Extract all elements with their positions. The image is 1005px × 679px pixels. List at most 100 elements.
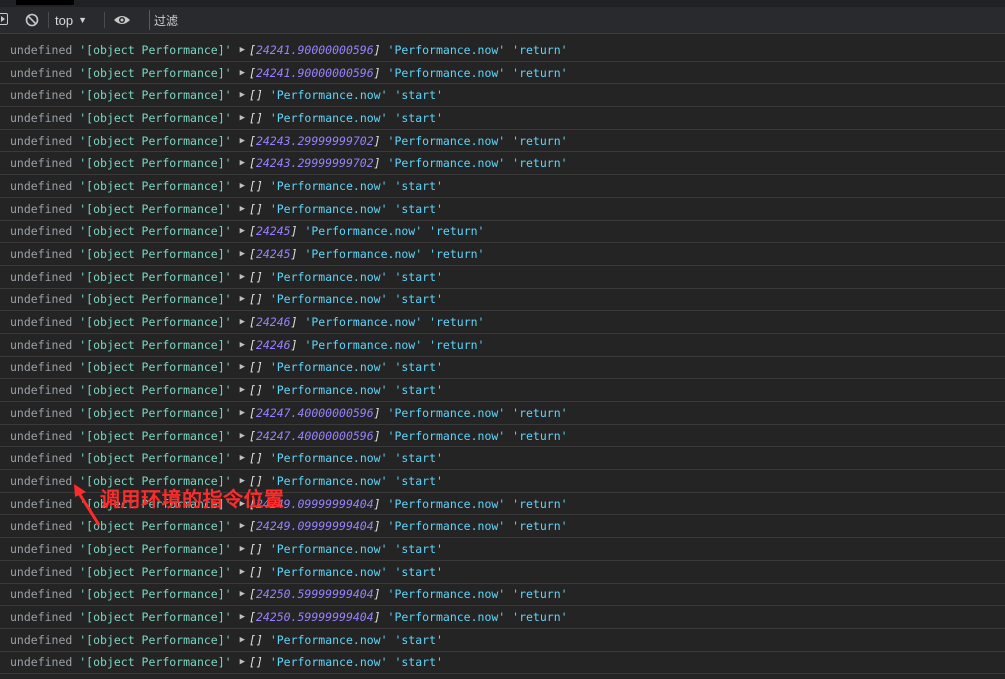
context-selector[interactable]: top ▼: [55, 10, 87, 30]
annotation-label: 调用环境的指令位置: [100, 487, 285, 511]
state-string: 'return': [512, 156, 568, 171]
array-open-bracket: [: [249, 632, 256, 647]
state-string: 'return': [429, 224, 485, 239]
array-value: 24246: [255, 315, 291, 330]
state-string: 'return': [512, 133, 568, 148]
console-row: undefined '[object Performance]' ▶ [24247.…: [0, 402, 1005, 425]
expand-triangle-icon[interactable]: ▶: [240, 272, 245, 282]
function-name-string: 'Performance.now': [269, 88, 388, 103]
console-row: undefined '[object Performance]' ▶ [] 'Per…: [0, 379, 1005, 402]
object-string: '[object Performance]': [79, 428, 232, 443]
chevron-down-icon: ▼: [78, 15, 87, 25]
undefined-value: undefined: [10, 201, 73, 216]
function-name-string: 'Performance.now': [269, 110, 388, 125]
expand-triangle-icon[interactable]: ▶: [240, 635, 245, 645]
console-row: undefined '[object Performance]' ▶ [24246]…: [0, 311, 1005, 334]
eye-icon[interactable]: [113, 13, 131, 27]
array-open-bracket: [: [249, 315, 256, 330]
function-name-string: 'Performance.now': [387, 42, 506, 57]
array-open-bracket: [: [249, 88, 256, 103]
expand-triangle-icon[interactable]: ▶: [240, 113, 245, 123]
expand-triangle-icon[interactable]: ▶: [240, 204, 245, 214]
console-row: undefined '[object Performance]' ▶ [24241.…: [0, 62, 1005, 85]
array-open-bracket: [: [249, 292, 256, 307]
state-string: 'start': [394, 178, 443, 193]
console-row: undefined '[object Performance]' ▶ [24247.…: [0, 425, 1005, 448]
undefined-value: undefined: [10, 224, 73, 239]
console-row: undefined '[object Performance]' ▶ [] 'Per…: [0, 629, 1005, 652]
state-string: 'return': [512, 405, 568, 420]
expand-triangle-icon[interactable]: ▶: [240, 431, 245, 441]
array-open-bracket: [: [249, 383, 256, 398]
array-open-bracket: [: [249, 655, 256, 670]
filter-input[interactable]: [150, 11, 1005, 31]
function-name-string: 'Performance.now': [269, 360, 388, 375]
array-close-bracket: ]: [255, 564, 263, 579]
function-name-string: 'Performance.now': [269, 451, 388, 466]
expand-triangle-icon[interactable]: ▶: [240, 453, 245, 463]
expand-triangle-icon[interactable]: ▶: [240, 657, 245, 667]
expand-triangle-icon[interactable]: ▶: [240, 340, 245, 350]
array-close-bracket: ]: [373, 405, 381, 420]
object-string: '[object Performance]': [79, 88, 232, 103]
object-string: '[object Performance]': [79, 247, 232, 262]
array-value: 24250.59999999404: [255, 610, 374, 625]
expand-triangle-icon[interactable]: ▶: [240, 181, 245, 191]
function-name-string: 'Performance.now': [304, 337, 423, 352]
object-string: '[object Performance]': [79, 564, 232, 579]
expand-triangle-icon[interactable]: ▶: [240, 249, 245, 259]
state-string: 'start': [394, 110, 443, 125]
state-string: 'start': [394, 541, 443, 556]
object-string: '[object Performance]': [79, 541, 232, 556]
array-open-bracket: [: [249, 178, 256, 193]
expand-triangle-icon[interactable]: ▶: [240, 226, 245, 236]
clear-console-icon[interactable]: [25, 13, 39, 27]
expand-triangle-icon[interactable]: ▶: [240, 521, 245, 531]
expand-triangle-icon[interactable]: ▶: [240, 68, 245, 78]
array-value: 24245: [255, 247, 291, 262]
function-name-string: 'Performance.now': [269, 473, 388, 488]
function-name-string: 'Performance.now': [269, 383, 388, 398]
state-string: 'return': [512, 610, 568, 625]
function-name-string: 'Performance.now': [387, 610, 506, 625]
state-string: 'start': [394, 451, 443, 466]
array-value: 24250.59999999404: [255, 587, 374, 602]
function-name-string: 'Performance.now': [269, 201, 388, 216]
function-name-string: 'Performance.now': [269, 178, 388, 193]
object-string: '[object Performance]': [79, 42, 232, 57]
expand-triangle-icon[interactable]: ▶: [240, 589, 245, 599]
expand-triangle-icon[interactable]: ▶: [240, 362, 245, 372]
expand-triangle-icon[interactable]: ▶: [240, 317, 245, 327]
function-name-string: 'Performance.now': [269, 655, 388, 670]
expand-triangle-icon[interactable]: ▶: [240, 612, 245, 622]
console-row: undefined '[object Performance]' ▶ [] 'Per…: [0, 266, 1005, 289]
console-row: undefined '[object Performance]' ▶ [24250.…: [0, 584, 1005, 607]
expand-triangle-icon[interactable]: ▶: [240, 544, 245, 554]
state-string: 'return': [512, 519, 568, 534]
expand-triangle-icon[interactable]: ▶: [240, 385, 245, 395]
array-value: 24243.29999999702: [255, 156, 374, 171]
sidebar-toggle-icon[interactable]: [0, 13, 8, 25]
expand-triangle-icon[interactable]: ▶: [240, 90, 245, 100]
state-string: 'return': [512, 65, 568, 80]
array-value: 24247.40000000596: [255, 428, 374, 443]
array-open-bracket: [: [249, 42, 256, 57]
array-close-bracket: ]: [255, 292, 263, 307]
expand-triangle-icon[interactable]: ▶: [240, 45, 245, 55]
array-value: 24247.40000000596: [255, 405, 374, 420]
expand-triangle-icon[interactable]: ▶: [240, 408, 245, 418]
expand-triangle-icon[interactable]: ▶: [240, 567, 245, 577]
console-row: undefined '[object Performance]' ▶ [24250.…: [0, 606, 1005, 629]
array-open-bracket: [: [249, 224, 256, 239]
undefined-value: undefined: [10, 269, 73, 284]
expand-triangle-icon[interactable]: ▶: [240, 136, 245, 146]
undefined-value: undefined: [10, 110, 73, 125]
expand-triangle-icon[interactable]: ▶: [240, 158, 245, 168]
state-string: 'return': [512, 587, 568, 602]
array-close-bracket: ]: [255, 451, 263, 466]
filter-field[interactable]: [149, 10, 1005, 31]
expand-triangle-icon[interactable]: ▶: [240, 294, 245, 304]
console-row: undefined '[object Performance]' ▶ [24243.…: [0, 130, 1005, 153]
state-string: 'return': [512, 428, 568, 443]
array-close-bracket: ]: [373, 496, 381, 511]
